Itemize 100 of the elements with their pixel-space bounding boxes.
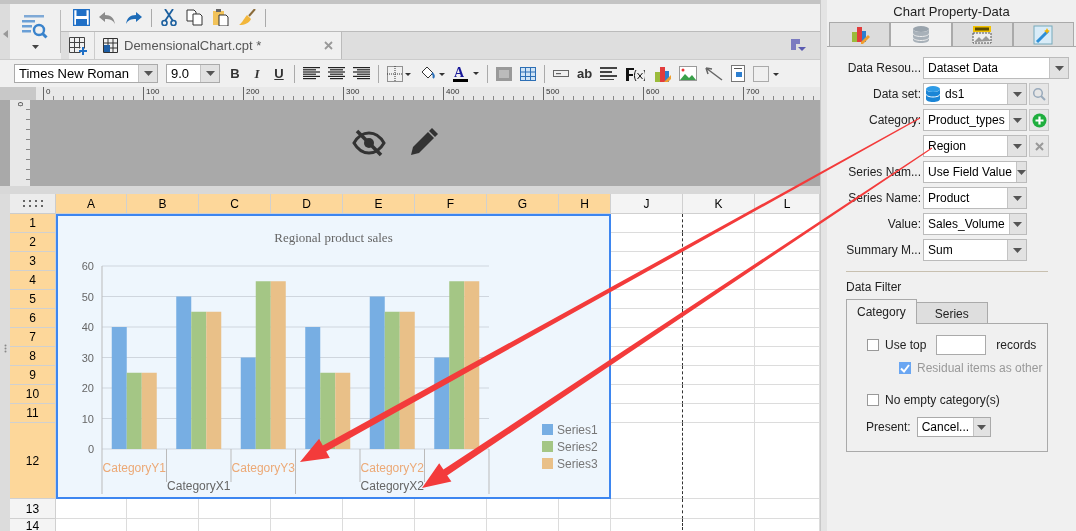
row-header[interactable]: 14: [10, 519, 56, 531]
dropdown-button[interactable]: [1007, 136, 1026, 156]
filter-tab[interactable]: Series: [916, 302, 988, 324]
text-tool-button[interactable]: ab: [577, 66, 593, 81]
chart-pencil-icon[interactable]: [653, 65, 672, 82]
checkbox[interactable]: [867, 339, 879, 351]
dropdown-field[interactable]: Cancel...: [916, 417, 991, 437]
column-header[interactable]: K: [683, 194, 755, 214]
font-field[interactable]: Times New Roman: [14, 64, 158, 83]
column-header[interactable]: B: [127, 194, 199, 214]
line-icon[interactable]: [705, 66, 724, 81]
border-icon[interactable]: [387, 65, 411, 82]
close-icon[interactable]: [324, 41, 333, 50]
row-header[interactable]: 8: [10, 347, 56, 366]
column-header[interactable]: H: [559, 194, 611, 214]
scissors-icon[interactable]: [161, 9, 177, 26]
paste-icon[interactable]: [212, 9, 229, 26]
axis-label: 10: [81, 412, 94, 425]
dropdown-button[interactable]: [1015, 162, 1026, 182]
column-header[interactable]: J: [611, 194, 683, 214]
undo-icon[interactable]: [99, 10, 116, 25]
paragraph-icon[interactable]: [600, 67, 618, 80]
label-image-icon: [972, 24, 993, 45]
align-center-icon[interactable]: [328, 67, 345, 80]
chart[interactable]: Regional product sales 0 10 20 30 40 50 60 CategoryY1 CategoryY3 CategoryY2 CategoryX1 CategoryX2 Series1 Series2 Series3: [56, 214, 611, 499]
dropdown-field[interactable]: Product_types: [923, 109, 1027, 131]
grip-icon[interactable]: [22, 199, 43, 208]
dropdown-button[interactable]: [973, 418, 990, 436]
image-icon[interactable]: [679, 66, 698, 81]
dropdown-button[interactable]: [138, 65, 157, 82]
column-header[interactable]: L: [755, 194, 820, 214]
row-header[interactable]: 1: [10, 214, 56, 233]
dropdown-button[interactable]: [1008, 110, 1026, 130]
panel-tab[interactable]: [1012, 22, 1074, 46]
redo-icon[interactable]: [125, 10, 142, 25]
collapse-icon[interactable]: [2, 30, 8, 38]
filter-tab[interactable]: Category: [846, 299, 917, 324]
panel-tab[interactable]: [951, 22, 1013, 46]
dropdown-field[interactable]: Dataset Data: [923, 57, 1069, 79]
text-field-icon[interactable]: [553, 69, 569, 78]
column-header[interactable]: C: [199, 194, 271, 214]
field-label: Data Resou...: [847, 61, 921, 75]
axis-label: 0: [87, 443, 94, 455]
dropdown-button[interactable]: [1007, 84, 1026, 104]
row-header[interactable]: 5: [10, 290, 56, 309]
merge-cells-icon[interactable]: [496, 66, 512, 81]
sheet-cell[interactable]: [611, 499, 683, 519]
document-icon[interactable]: [731, 65, 746, 82]
preview-icon[interactable]: [22, 14, 48, 39]
formula-icon[interactable]: [625, 65, 646, 82]
eye-slash-icon[interactable]: [352, 129, 386, 157]
dropdown-field[interactable]: Sales_Volume: [923, 213, 1027, 235]
save-icon[interactable]: [73, 9, 90, 26]
row-header[interactable]: 4: [10, 271, 56, 290]
align-right-icon[interactable]: [353, 67, 370, 80]
table-icon[interactable]: [520, 66, 536, 81]
broom-icon[interactable]: [238, 9, 256, 26]
dropdown-button[interactable]: [1007, 240, 1026, 260]
corner-header[interactable]: [10, 194, 56, 214]
size-field[interactable]: 9.0: [166, 64, 220, 83]
panel-tab[interactable]: [829, 22, 891, 46]
row-header[interactable]: 13: [10, 499, 56, 519]
row-header[interactable]: 12: [10, 423, 56, 499]
dropdown-field[interactable]: ds1: [923, 83, 1027, 105]
number-field[interactable]: [936, 335, 987, 355]
copy-icon[interactable]: [186, 9, 203, 26]
column-header[interactable]: D: [271, 194, 343, 214]
dropdown-button[interactable]: [1008, 214, 1026, 234]
underline-button[interactable]: U: [272, 66, 286, 81]
pencil-icon[interactable]: [408, 128, 438, 158]
field-suffix: records: [996, 338, 1037, 352]
row-header[interactable]: 11: [10, 404, 56, 423]
splitter-icon[interactable]: [3, 344, 7, 353]
bold-button[interactable]: B: [228, 66, 242, 81]
checkbox[interactable]: [867, 394, 879, 406]
add-table-icon[interactable]: [69, 36, 87, 55]
row-header[interactable]: 7: [10, 328, 56, 347]
row-header[interactable]: 3: [10, 252, 56, 271]
dropdown-field[interactable]: Use Field Value: [923, 161, 1027, 183]
caret-icon[interactable]: [31, 44, 39, 49]
dropdown-icon[interactable]: [791, 39, 806, 52]
document-tab[interactable]: DemensionalChart.cpt *: [94, 32, 342, 59]
panel-tab[interactable]: [890, 22, 952, 46]
dropdown-field[interactable]: Product: [923, 187, 1027, 209]
italic-button[interactable]: I: [250, 65, 264, 82]
column-header[interactable]: A: [56, 194, 127, 214]
row-header[interactable]: 9: [10, 366, 56, 385]
dropdown-button[interactable]: [1049, 58, 1068, 78]
dropdown-field[interactable]: Region: [923, 135, 1027, 157]
column-header[interactable]: E: [343, 194, 415, 214]
row-header[interactable]: 2: [10, 233, 56, 252]
align-left-icon[interactable]: [303, 67, 320, 80]
row-header[interactable]: 6: [10, 309, 56, 328]
dropdown-field[interactable]: Sum: [923, 239, 1027, 261]
frame-icon[interactable]: [753, 65, 780, 82]
dropdown-button[interactable]: [200, 65, 219, 82]
column-header[interactable]: F: [415, 194, 487, 214]
column-header[interactable]: G: [487, 194, 559, 214]
row-header[interactable]: 10: [10, 385, 56, 404]
dropdown-button[interactable]: [1007, 188, 1026, 208]
